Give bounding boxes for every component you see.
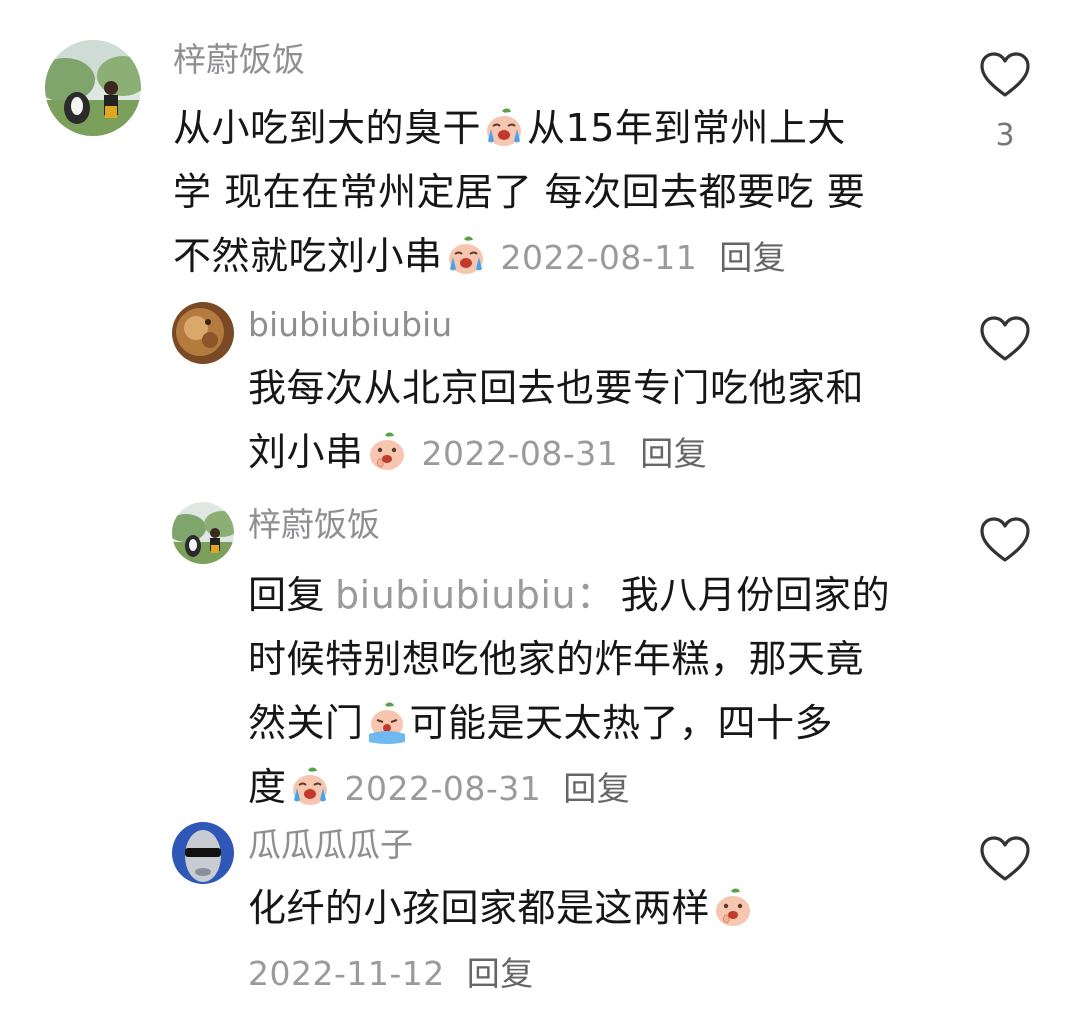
crying-peach-emoji: [482, 105, 526, 149]
text-segment: 从小吃到大的臭干: [173, 106, 482, 150]
comment-text: 我每次从北京回去也要专门吃他家和 刘小串 2022-08-31 回复: [248, 356, 864, 486]
reply-button[interactable]: 回复: [640, 434, 707, 473]
comment-date: 2022-11-12: [248, 954, 445, 993]
avatar[interactable]: [45, 40, 141, 136]
comment-date: 2022-08-31: [421, 434, 619, 473]
laughing-peach-emoji: [711, 885, 755, 929]
sobbing-peach-emoji: [365, 700, 409, 744]
heart-outline-icon[interactable]: [977, 513, 1033, 569]
avatar[interactable]: [172, 822, 234, 884]
crying-peach-emoji: [444, 233, 488, 277]
text-segment: 我八月份回家的: [620, 573, 891, 617]
comment-username[interactable]: biubiubiubiu: [248, 305, 452, 345]
text-segment: 不然就吃刘小串: [173, 234, 443, 278]
reply-button[interactable]: 回复: [467, 954, 534, 993]
comment-date: 2022-08-11: [500, 238, 698, 277]
comment-text: 回复 biubiubiubiu： 我八月份回家的 时候特别想吃他家的炸年糕，那天竟 …: [248, 563, 890, 821]
avatar[interactable]: [172, 502, 234, 564]
heart-outline-icon[interactable]: [977, 312, 1033, 368]
comment-username[interactable]: 瓜瓜瓜瓜子: [248, 825, 413, 865]
comment-username[interactable]: 梓蔚饭饭: [173, 40, 305, 80]
comment-text: 从小吃到大的臭干 从15年到常州上大 学 现在在常州定居了 每次回去都要吃 要 不…: [173, 96, 865, 290]
text-segment: 然关门: [248, 701, 364, 745]
text-line: 我每次从北京回去也要专门吃他家和: [248, 366, 865, 410]
heart-outline-icon[interactable]: [977, 832, 1033, 888]
laughing-peach-emoji: [365, 429, 409, 473]
crying-peach-emoji: [288, 764, 332, 808]
text-segment: 刘小串: [248, 430, 364, 474]
text-segment: 度: [248, 765, 287, 809]
comment-meta: 2022-11-12 回复: [248, 940, 534, 1006]
text-line: 学 现在在常州定居了 每次回去都要吃 要: [173, 170, 866, 214]
reply-button[interactable]: 回复: [719, 238, 786, 277]
text-line: 时候特别想吃他家的炸年糕，那天竟: [248, 637, 865, 681]
text-segment: 可能是天太热了，四十多: [409, 701, 834, 745]
like-count: 3: [995, 118, 1015, 153]
reply-button[interactable]: 回复: [563, 769, 630, 808]
reply-prefix: 回复: [248, 573, 326, 617]
text-segment: 化纤的小孩回家都是这两样: [248, 886, 711, 930]
comment-date: 2022-08-31: [344, 769, 542, 808]
comment-text: 化纤的小孩回家都是这两样: [248, 876, 756, 940]
mention-link[interactable]: biubiubiubiu：: [335, 573, 615, 617]
text-segment: 从15年到常州上大: [527, 106, 846, 150]
heart-outline-icon[interactable]: [977, 48, 1033, 104]
avatar[interactable]: [172, 302, 234, 364]
comment-username[interactable]: 梓蔚饭饭: [248, 505, 380, 545]
